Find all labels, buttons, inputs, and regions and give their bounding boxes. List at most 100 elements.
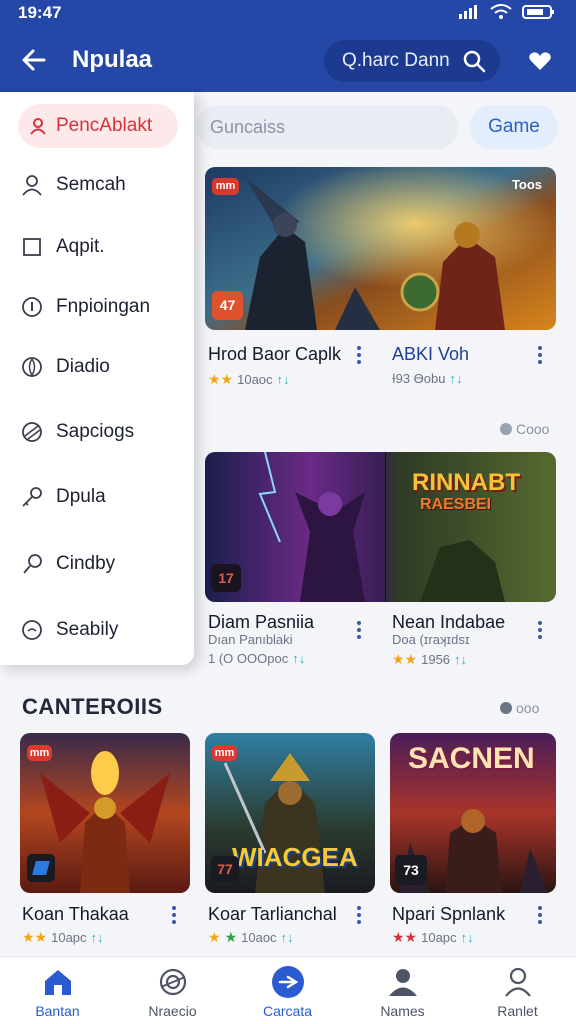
game-title[interactable]: Npari Spnlank bbox=[392, 904, 505, 925]
game-rating: ★★ 10арс ↑↓ bbox=[22, 929, 104, 946]
drawer-item-fnpioingan[interactable]: Fnpioingan bbox=[0, 285, 194, 329]
drawer-item-label: Semcah bbox=[56, 174, 126, 195]
drawer-item-label: Diadio bbox=[56, 356, 110, 377]
game-title[interactable]: Koan Thakaa bbox=[22, 904, 129, 925]
back-arrow-icon[interactable] bbox=[18, 44, 50, 76]
status-icons bbox=[458, 4, 556, 20]
signal-icon bbox=[459, 5, 477, 19]
game-filter-chip[interactable]: Game bbox=[470, 105, 558, 149]
more-options-icon[interactable] bbox=[535, 906, 545, 926]
search-bar[interactable]: Q.harc Dann bbox=[324, 40, 500, 82]
nav-label: Nraecio bbox=[148, 1003, 197, 1019]
favorites-icon[interactable] bbox=[528, 50, 552, 72]
section-title: CANTEROIIS bbox=[22, 694, 163, 719]
game-title[interactable]: Koar Tarlianchal bbox=[208, 904, 337, 925]
game-rating: ★★ 10аос ↑↓ bbox=[208, 929, 294, 946]
banner-art-title: RINNABT bbox=[412, 469, 520, 496]
nav-label: Carcata bbox=[262, 1003, 313, 1019]
drawer-item-label: Dpula bbox=[56, 486, 106, 507]
thumbnail-number-badge: 17 bbox=[211, 564, 241, 592]
nav-label: Ranlet bbox=[497, 1003, 538, 1019]
thumbnail-number-badge: 77 bbox=[211, 856, 239, 882]
rating-count: 10арс bbox=[421, 930, 457, 945]
status-time: 19:47 bbox=[18, 3, 62, 22]
nav-item-nraecio[interactable]: Nraecio bbox=[115, 957, 230, 1024]
more-options-icon[interactable] bbox=[354, 906, 364, 926]
see-more-label: Cooo bbox=[516, 421, 550, 437]
star-icon: ★★ bbox=[392, 929, 418, 945]
drawer-item-label: Aqpit. bbox=[56, 236, 105, 257]
download-icon: ↑↓ bbox=[292, 651, 306, 666]
flag-icon bbox=[32, 861, 50, 875]
nav-label: Names bbox=[380, 1003, 425, 1019]
more-dot-icon bbox=[500, 702, 512, 714]
thumbnail-number-badge: 47 bbox=[212, 291, 243, 320]
download-icon: ↑↓ bbox=[90, 930, 104, 945]
leaf-icon bbox=[20, 355, 44, 379]
more-options-icon[interactable] bbox=[354, 621, 364, 641]
thumbnail-art-title: WIACGEA bbox=[232, 842, 358, 872]
filter-field[interactable]: Guncaiss bbox=[196, 105, 458, 149]
more-options-icon[interactable] bbox=[354, 346, 364, 366]
star-icon: ★★ bbox=[208, 371, 234, 387]
nav-item-ranlet[interactable]: Ranlet bbox=[460, 957, 575, 1024]
profile-icon bbox=[500, 965, 536, 999]
thumbnail-tag: mm bbox=[212, 745, 237, 761]
app-bar: Npulaa Q.harc Dann bbox=[0, 26, 576, 92]
people-icon bbox=[385, 965, 421, 999]
drawer-item-diadio[interactable]: Diadio bbox=[0, 345, 194, 389]
rating-count: 1 (О ОООрос bbox=[208, 651, 289, 666]
see-more-link[interactable]: ooo bbox=[500, 700, 539, 716]
download-icon: ↑↓ bbox=[460, 930, 474, 945]
rating-count: 10арс bbox=[51, 930, 87, 945]
wifi-icon bbox=[490, 4, 512, 19]
game-rating: 1 (О ОООрос ↑↓ bbox=[208, 651, 305, 666]
drawer-item-semcah[interactable]: Semcah bbox=[0, 163, 194, 207]
drawer-item-aqpit[interactable]: Aqpit. bbox=[0, 225, 194, 269]
game-title[interactable]: Nean Indabae bbox=[392, 612, 505, 633]
game-title[interactable]: Diam Pasniia bbox=[208, 612, 314, 633]
more-options-icon[interactable] bbox=[169, 906, 179, 926]
search-icon[interactable] bbox=[462, 49, 486, 73]
featured-game-thumbnail[interactable] bbox=[205, 167, 556, 330]
thumbnail-corner-badge bbox=[27, 854, 55, 882]
game-rating: ★★ 1956 ↑↓ bbox=[392, 651, 467, 668]
person-icon bbox=[26, 114, 50, 138]
see-more-link[interactable]: Cooo bbox=[500, 421, 549, 437]
more-options-icon[interactable] bbox=[535, 621, 545, 641]
game-rating: ★★ 10арс ↑↓ bbox=[392, 929, 474, 946]
info-circle-icon bbox=[20, 295, 44, 319]
thumbnail-tag: mm bbox=[212, 178, 239, 195]
ball-icon bbox=[20, 420, 44, 444]
nav-item-carcata[interactable]: Carcata bbox=[230, 957, 345, 1024]
game-title[interactable]: Hrod Baor Caplk bbox=[208, 344, 341, 365]
nav-item-bantan[interactable]: Bantan bbox=[0, 957, 115, 1024]
nav-item-names[interactable]: Names bbox=[345, 957, 460, 1024]
drawer-item-seabily[interactable]: Seabily bbox=[0, 608, 194, 652]
rating-count: 10аос bbox=[241, 930, 277, 945]
bottom-navigation: Bantan Nraecio Carcata Names Ranlet bbox=[0, 956, 576, 1024]
thumbnail-number-badge: 73 bbox=[395, 855, 427, 885]
rating-count: 10аос bbox=[237, 372, 273, 387]
drawer-item-label: Cindby bbox=[56, 553, 116, 574]
download-icon: ↑↓ bbox=[280, 930, 294, 945]
nav-label: Bantan bbox=[35, 1003, 80, 1019]
drawer-item-sapciogs[interactable]: Sapciogs bbox=[0, 410, 194, 454]
game-title[interactable]: ABKI Voh bbox=[392, 344, 469, 365]
drawer-item-label: PencAblakt bbox=[56, 115, 153, 136]
compass-icon bbox=[270, 965, 306, 999]
drawer-item-dpula[interactable]: Dpula bbox=[0, 475, 194, 519]
drawer-item-pencablakt[interactable]: PencAblakt bbox=[18, 104, 178, 148]
square-icon bbox=[20, 235, 44, 259]
navigation-drawer: PencAblakt Semcah Aqpit. Fnpioingan Diad… bbox=[0, 92, 194, 665]
more-options-icon[interactable] bbox=[535, 346, 545, 366]
game-rating: Ɨ93 Ɵobu ↑↓ bbox=[392, 371, 463, 386]
home-icon bbox=[40, 965, 76, 999]
search-text: Q.harc Dann bbox=[342, 50, 450, 71]
download-icon: ↑↓ bbox=[276, 372, 290, 387]
drawer-item-label: Sapciogs bbox=[56, 421, 135, 442]
thumbnail-art-title: SACNEN bbox=[408, 742, 535, 775]
download-icon: ↑↓ bbox=[449, 371, 463, 386]
drawer-item-cindby[interactable]: Cindby bbox=[0, 542, 194, 586]
download-icon: ↑↓ bbox=[454, 652, 468, 667]
